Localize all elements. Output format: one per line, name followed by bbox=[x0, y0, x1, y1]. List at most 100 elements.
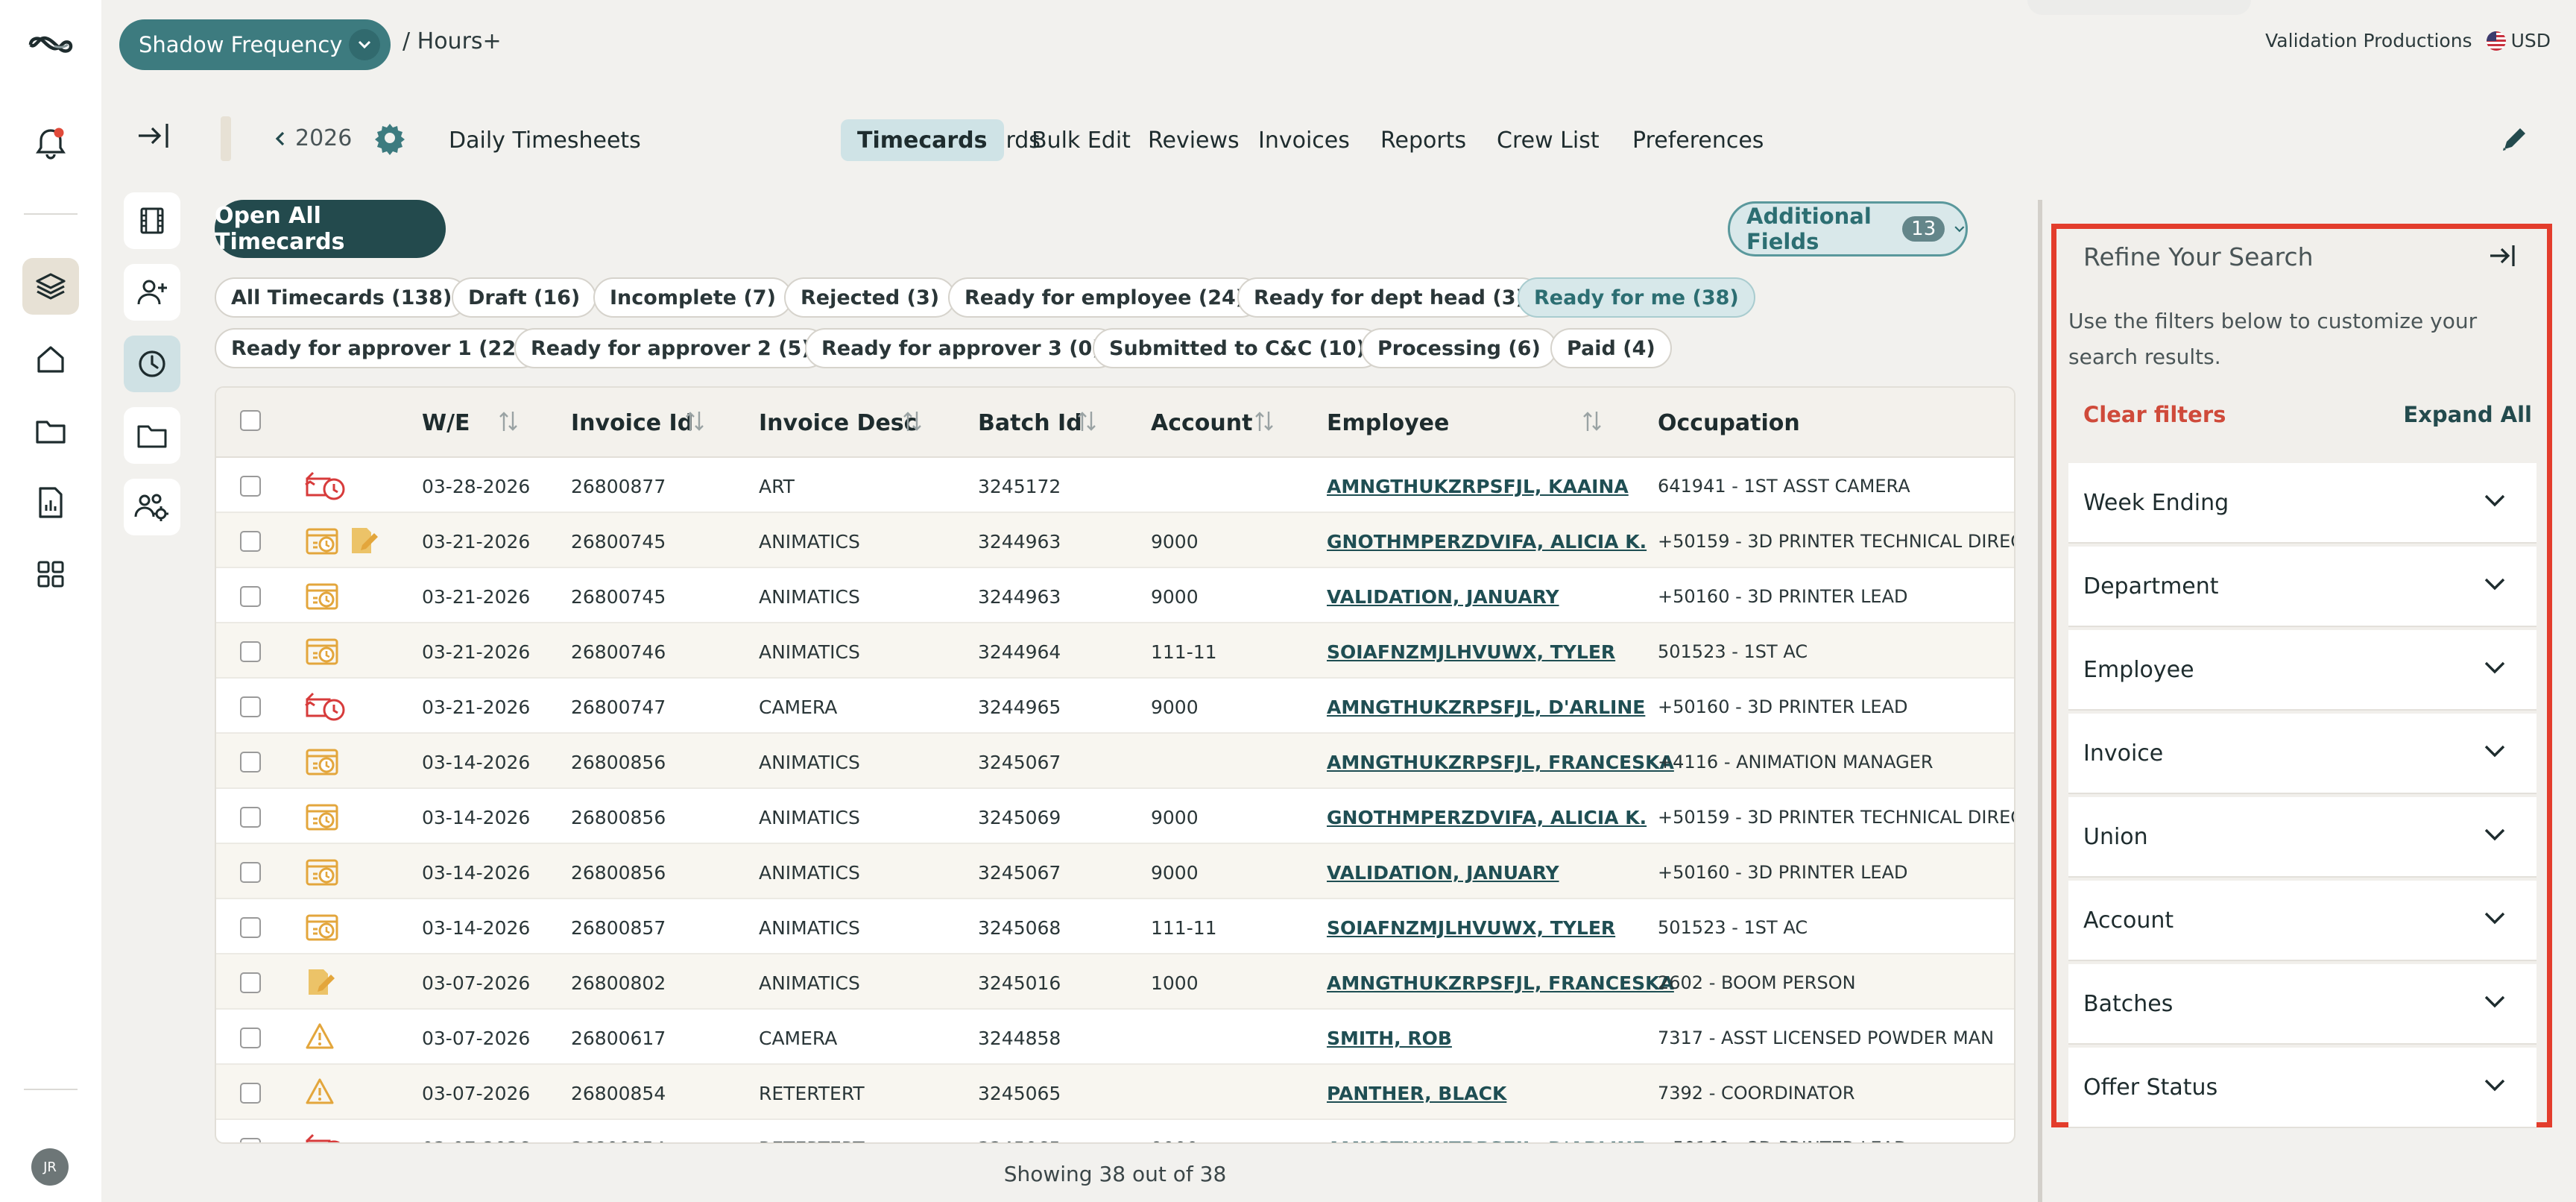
sort-icon[interactable] bbox=[498, 409, 519, 437]
tab-reviews[interactable]: Reviews bbox=[1131, 119, 1256, 161]
open-all-timecards-button[interactable]: Open All Timecards bbox=[215, 200, 446, 258]
status-pending-icon[interactable] bbox=[304, 525, 343, 561]
status-pending-icon[interactable] bbox=[304, 746, 343, 781]
sort-icon[interactable] bbox=[1076, 409, 1097, 437]
filter-chip-ready-dept-head[interactable]: Ready for dept head (3) bbox=[1237, 277, 1541, 318]
year-selector[interactable]: 2026 bbox=[274, 125, 352, 151]
table-row[interactable]: 03-21-2026 26800745 ANIMATICS 3244963 9000 VA… bbox=[216, 568, 2014, 623]
panel-divider[interactable] bbox=[2038, 200, 2042, 1202]
column-header-we[interactable]: W/E bbox=[422, 410, 470, 436]
filter-chip-approver-3[interactable]: Ready for approver 3 (0) bbox=[805, 328, 1118, 368]
sort-icon[interactable] bbox=[1582, 409, 1603, 437]
filter-chip-draft[interactable]: Draft (16) bbox=[452, 277, 597, 318]
status-rejected-icon[interactable] bbox=[304, 690, 349, 726]
status-pending-icon[interactable] bbox=[304, 635, 343, 671]
sort-icon[interactable] bbox=[902, 409, 923, 437]
tab-reports[interactable]: Reports bbox=[1364, 119, 1483, 161]
table-row[interactable]: 03-14-2026 26800856 ANIMATICS 3245069 9000 GN… bbox=[216, 789, 2014, 844]
collapse-sidebar-icon[interactable] bbox=[136, 121, 170, 154]
table-row[interactable]: 03-14-2026 26800857 ANIMATICS 3245068 111-11… bbox=[216, 899, 2014, 954]
column-header-occupation[interactable]: Occupation bbox=[1658, 410, 1800, 436]
folder-icon[interactable] bbox=[124, 407, 180, 464]
filter-section-offer-status[interactable]: Offer Status bbox=[2068, 1048, 2536, 1128]
column-header-account[interactable]: Account bbox=[1151, 410, 1252, 436]
row-checkbox[interactable] bbox=[240, 1028, 261, 1048]
cell-employee[interactable]: PANTHER, BLACK bbox=[1327, 1083, 1506, 1104]
cell-employee[interactable]: GNOTHMPERZDVIFA, ALICIA K. bbox=[1327, 531, 1647, 553]
filter-section-batches[interactable]: Batches bbox=[2068, 964, 2536, 1045]
user-avatar[interactable]: JR bbox=[31, 1148, 69, 1186]
currency-selector[interactable]: USD bbox=[2486, 30, 2551, 51]
cell-employee[interactable]: SMITH, ROB bbox=[1327, 1028, 1452, 1049]
filter-section-account[interactable]: Account bbox=[2068, 881, 2536, 961]
table-row[interactable]: 03-07-2026 26800617 CAMERA 3244858 SMITH, RO… bbox=[216, 1010, 2014, 1065]
status-pending-icon[interactable] bbox=[304, 801, 343, 837]
row-checkbox[interactable] bbox=[240, 862, 261, 883]
cell-employee[interactable]: SOIAFNZMJLHVUWX, TYLER bbox=[1327, 641, 1615, 663]
status-edit-icon[interactable] bbox=[347, 525, 380, 561]
cell-employee[interactable]: AMNGTHUKZRPSFJL, D'ARLINE bbox=[1327, 696, 1645, 718]
row-checkbox[interactable] bbox=[240, 752, 261, 773]
edit-pencil-icon[interactable] bbox=[2498, 122, 2531, 158]
row-checkbox[interactable] bbox=[240, 641, 261, 662]
collapse-panel-icon[interactable] bbox=[2487, 242, 2517, 272]
tab-timecards[interactable]: Timecards bbox=[841, 119, 1004, 161]
team-settings-icon[interactable] bbox=[124, 479, 180, 535]
tab-preferences[interactable]: Preferences bbox=[1616, 119, 1780, 161]
add-user-icon[interactable] bbox=[124, 264, 180, 321]
filter-chip-ready-for-me[interactable]: Ready for me (38) bbox=[1518, 277, 1755, 318]
filter-section-employee[interactable]: Employee bbox=[2068, 630, 2536, 711]
filter-section-invoice[interactable]: Invoice bbox=[2068, 714, 2536, 794]
folder-icon[interactable] bbox=[22, 403, 79, 459]
document-chart-icon[interactable] bbox=[22, 474, 79, 531]
sort-icon[interactable] bbox=[1254, 409, 1275, 437]
row-checkbox[interactable] bbox=[240, 586, 261, 607]
status-pending-icon[interactable] bbox=[304, 856, 343, 892]
table-row[interactable]: 03-21-2026 26800747 CAMERA 3244965 9000 AMNGT… bbox=[216, 679, 2014, 734]
cell-employee[interactable]: AMNGTHUKZRPSFJL, FRANCESKA bbox=[1327, 972, 1674, 994]
status-pending-icon[interactable] bbox=[304, 911, 343, 947]
table-row[interactable]: 03-21-2026 26800746 ANIMATICS 3244964 111-11… bbox=[216, 623, 2014, 679]
table-row[interactable]: 03-07-2026 26800854 RETERTERT 3245065 PANTHE… bbox=[216, 1065, 2014, 1120]
column-header-employee[interactable]: Employee bbox=[1327, 410, 1449, 436]
row-checkbox[interactable] bbox=[240, 917, 261, 938]
clock-icon[interactable] bbox=[124, 336, 180, 392]
expand-all-link[interactable]: Expand All bbox=[2403, 402, 2532, 427]
column-header-invoice-id[interactable]: Invoice Id bbox=[571, 410, 693, 436]
row-checkbox[interactable] bbox=[240, 696, 261, 717]
layers-icon[interactable] bbox=[22, 258, 79, 315]
table-row[interactable]: 03-07-2026 26800802 ANIMATICS 3245016 1000 AM… bbox=[216, 954, 2014, 1010]
status-rejected-icon[interactable] bbox=[304, 470, 349, 506]
row-checkbox[interactable] bbox=[240, 807, 261, 828]
tab-daily-timesheets[interactable]: Daily Timesheets bbox=[432, 119, 657, 161]
tab-invoices[interactable]: Invoices bbox=[1242, 119, 1366, 161]
cell-employee[interactable]: VALIDATION, JANUARY bbox=[1327, 862, 1559, 884]
status-edit-icon[interactable] bbox=[304, 966, 337, 1002]
project-selector[interactable]: Shadow Frequency bbox=[119, 19, 391, 70]
table-row[interactable]: 03-28-2026 26800877 ART 3245172 AMNGTHUKZRPS… bbox=[216, 458, 2014, 513]
column-header-batch-id[interactable]: Batch Id bbox=[978, 410, 1082, 436]
cell-employee[interactable]: SOIAFNZMJLHVUWX, TYLER bbox=[1327, 917, 1615, 939]
row-checkbox[interactable] bbox=[240, 531, 261, 552]
filter-chip-submitted[interactable]: Submitted to C&C (10) bbox=[1093, 328, 1382, 368]
filter-section-union[interactable]: Union bbox=[2068, 797, 2536, 878]
filter-section-week-ending[interactable]: Week Ending bbox=[2068, 463, 2536, 544]
status-warning-icon[interactable] bbox=[304, 1077, 335, 1110]
table-row[interactable]: 03-14-2026 26800856 ANIMATICS 3245067 9000 VA… bbox=[216, 844, 2014, 899]
table-row[interactable]: 03-14-2026 26800856 ANIMATICS 3245067 AMNGTH… bbox=[216, 734, 2014, 789]
filter-chip-incomplete[interactable]: Incomplete (7) bbox=[593, 277, 792, 318]
cell-employee[interactable]: GNOTHMPERZDVIFA, ALICIA K. bbox=[1327, 807, 1647, 828]
status-warning-icon[interactable] bbox=[304, 1022, 335, 1054]
home-icon[interactable] bbox=[22, 331, 79, 388]
filter-chip-rejected[interactable]: Rejected (3) bbox=[784, 277, 956, 318]
film-icon[interactable] bbox=[124, 192, 180, 249]
column-header-invoice-desc[interactable]: Invoice Desc bbox=[759, 410, 917, 436]
additional-fields-button[interactable]: Additional Fields 13 bbox=[1728, 201, 1968, 257]
filter-section-department[interactable]: Department bbox=[2068, 547, 2536, 627]
tab-crew-list[interactable]: Crew List bbox=[1480, 119, 1616, 161]
clear-filters-link[interactable]: Clear filters bbox=[2083, 402, 2226, 427]
select-all-checkbox[interactable] bbox=[240, 410, 261, 431]
cell-employee[interactable]: VALIDATION, JANUARY bbox=[1327, 586, 1559, 608]
status-pending-icon[interactable] bbox=[304, 580, 343, 616]
app-logo[interactable] bbox=[22, 16, 79, 73]
